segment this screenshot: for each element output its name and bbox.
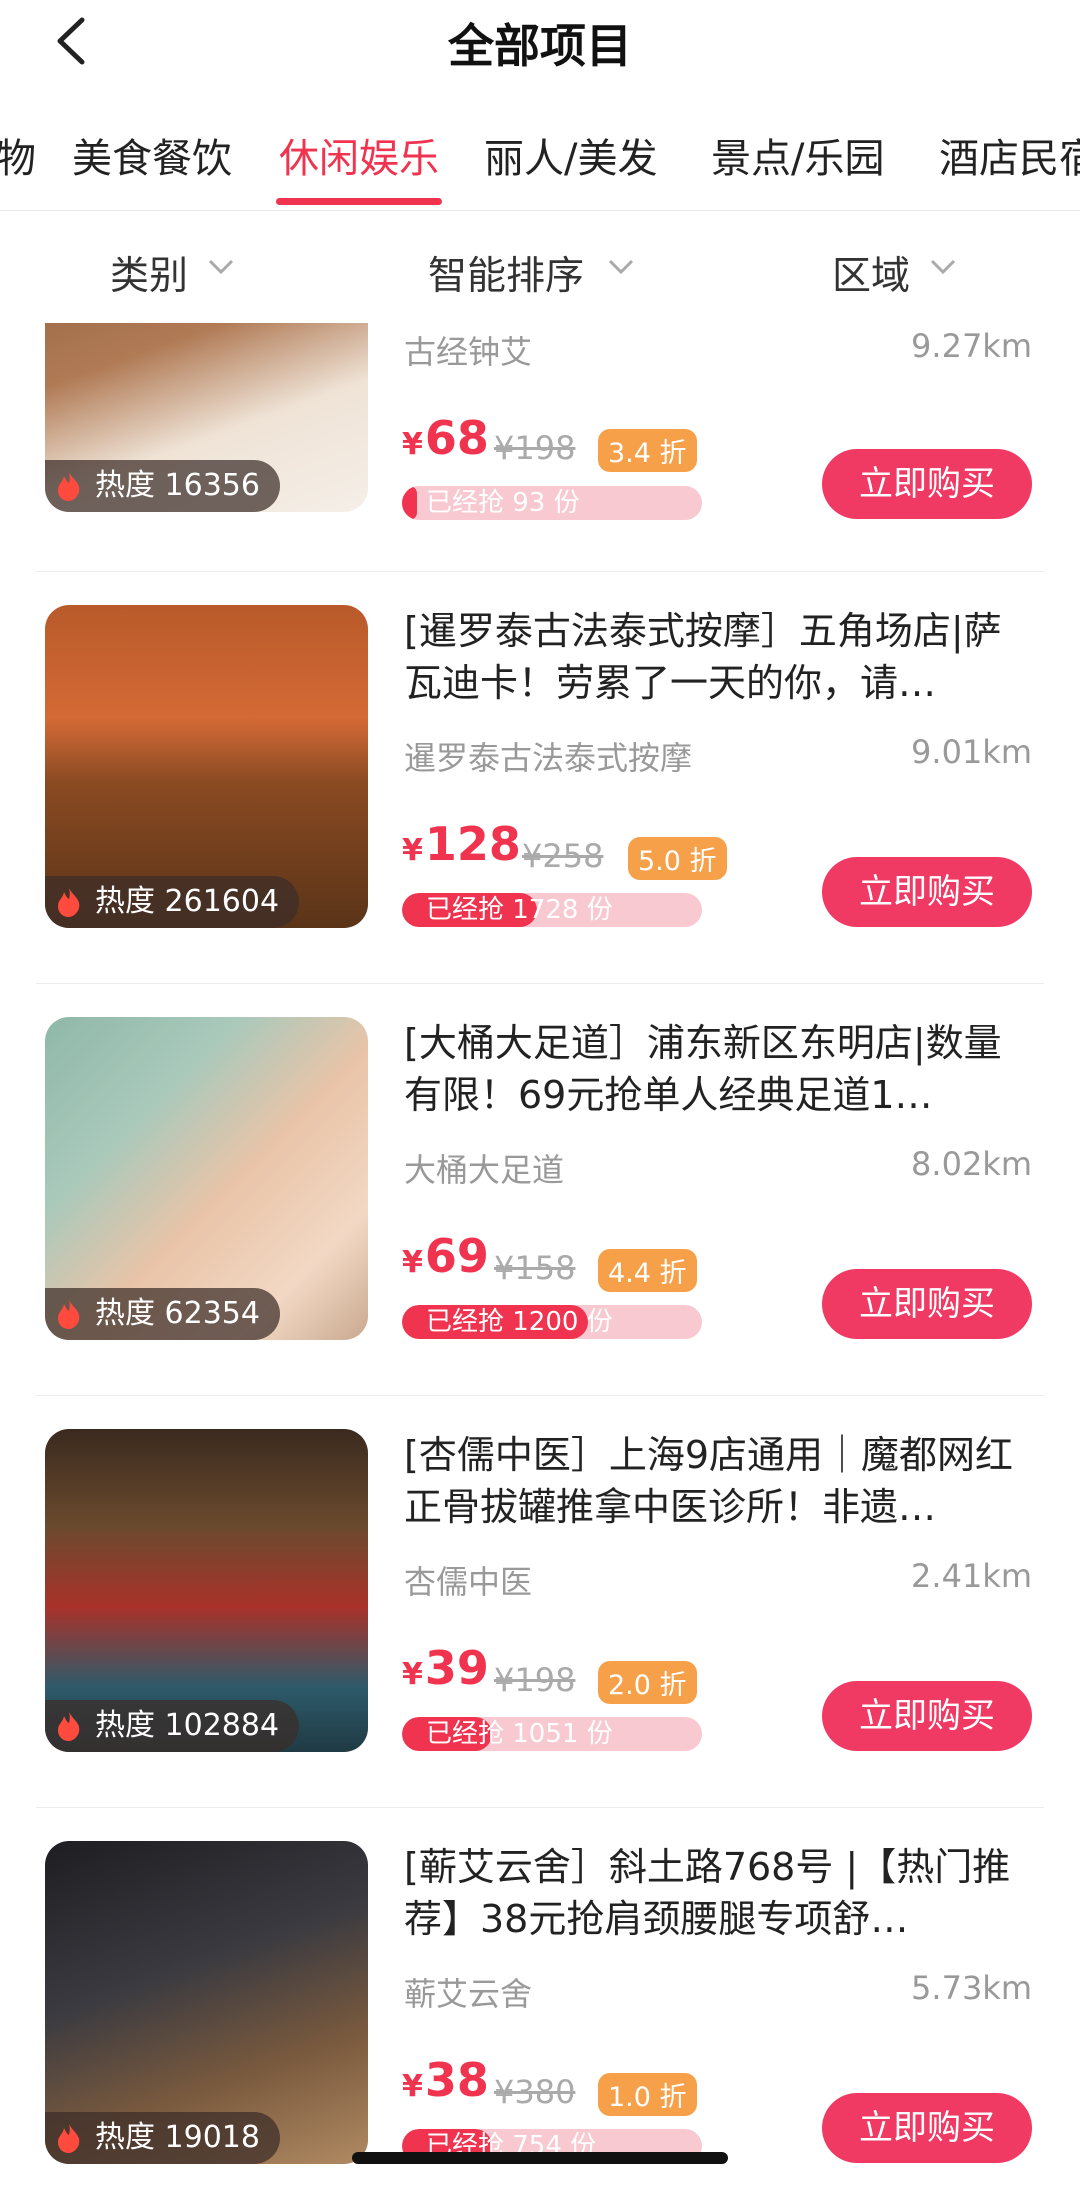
fire-icon	[58, 2124, 80, 2153]
category-tabs: 物 美食餐饮 休闲娱乐 丽人/美发 景点/乐园 酒店民宿	[0, 110, 1080, 210]
discount-badge: 4.4 折	[598, 1249, 697, 1292]
price-value: 69	[424, 1229, 489, 1283]
discount-badge: 2.0 折	[598, 1661, 697, 1704]
tab-food[interactable]: 美食餐饮	[72, 126, 232, 184]
sold-count: 已经抢 1200 份	[426, 1307, 613, 1337]
sold-count: 已经抢 1051 份	[426, 1719, 613, 1749]
distance: 8.02km	[911, 1145, 1032, 1183]
heat-value: 热度 62354	[95, 1296, 260, 1331]
original-price: ¥380	[494, 2073, 576, 2111]
tab-hotels[interactable]: 酒店民宿	[939, 126, 1080, 184]
sold-progress: 已经抢 93 份	[402, 486, 702, 520]
discount-badge: 3.4 折	[598, 429, 697, 472]
buy-now-button[interactable]: 立即购买	[822, 2093, 1032, 2163]
filter-area[interactable]: 区域	[832, 245, 956, 301]
heat-value: 热度 102884	[95, 1708, 280, 1743]
buy-now-button[interactable]: 立即购买	[822, 857, 1032, 927]
product-title: [杏儒中医］上海9店通用｜魔都网红正骨拔罐推拿中医诊所！非遗…	[404, 1433, 1014, 1529]
distance: 9.27km	[911, 327, 1032, 365]
tab-leisure[interactable]: 休闲娱乐	[279, 126, 439, 184]
shop-name: 蕲艾云舍	[404, 1975, 533, 2013]
price-value: 68	[424, 411, 489, 465]
filter-label: 类别	[110, 254, 189, 299]
filter-category[interactable]: 类别	[110, 245, 234, 301]
original-price: ¥198	[494, 1661, 576, 1699]
chevron-down-icon	[608, 259, 634, 275]
top-bar: 全部项目	[0, 0, 1080, 90]
sold-progress: 已经抢 1200 份	[402, 1305, 702, 1339]
shop-name: 大桶大足道	[404, 1151, 565, 1189]
discount-badge: 5.0 折	[628, 837, 727, 880]
heat-badge: 热度 19018	[45, 2112, 280, 2164]
sold-count: 已经抢 1728 份	[426, 895, 613, 925]
active-tab-indicator	[276, 198, 442, 205]
product-title: [暹罗泰古法泰式按摩］五角场店|萨瓦迪卡！劳累了一天的你，请…	[404, 609, 1002, 705]
product-card[interactable]: 热度 102884 [杏儒中医］上海9店通用｜魔都网红正骨拔罐推拿中医诊所！非遗…	[0, 1395, 1080, 1807]
sale-price: ¥68	[402, 411, 489, 465]
sold-progress-fill	[402, 486, 417, 520]
product-title: [蕲艾云舍］斜土路768号 |【热门推荐】38元抢肩颈腰腿专项舒…	[404, 1845, 1011, 1941]
sale-price: ¥38	[402, 2053, 489, 2107]
product-title: [大桶大足道］浦东新区东明店|数量有限！69元抢单人经典足道1…	[404, 1021, 1002, 1117]
product-card[interactable]: 热度 19018 [蕲艾云舍］斜土路768号 |【热门推荐】38元抢肩颈腰腿专项…	[0, 1807, 1080, 2189]
sale-price: ¥69	[402, 1229, 489, 1283]
filter-label: 区域	[832, 254, 911, 299]
filter-label: 智能排序	[428, 254, 585, 299]
tab-attractions[interactable]: 景点/乐园	[711, 126, 884, 184]
product-card[interactable]: 热度 62354 [大桶大足道］浦东新区东明店|数量有限！69元抢单人经典足道1…	[0, 983, 1080, 1395]
filter-bar: 类别 智能排序 区域	[0, 211, 1080, 323]
sold-progress: 已经抢 1051 份	[402, 1717, 702, 1751]
shop-name: 古经钟艾	[404, 333, 533, 371]
heat-badge: 热度 261604	[45, 876, 300, 928]
product-image: 热度 261604	[45, 605, 368, 928]
tab-beauty[interactable]: 丽人/美发	[484, 126, 657, 184]
price-value: 38	[424, 2053, 489, 2107]
sold-progress: 已经抢 1728 份	[402, 893, 702, 927]
discount-badge: 1.0 折	[598, 2073, 697, 2116]
fire-icon	[58, 888, 80, 917]
heat-value: 热度 16356	[95, 468, 260, 503]
product-image: 热度 62354	[45, 1017, 368, 1340]
buy-now-button[interactable]: 立即购买	[822, 1681, 1032, 1751]
shop-name: 杏儒中医	[404, 1563, 533, 1601]
buy-now-button[interactable]: 立即购买	[822, 1269, 1032, 1339]
tab-shopping[interactable]: 物	[0, 126, 36, 184]
chevron-down-icon	[208, 259, 234, 275]
filter-sort[interactable]: 智能排序	[428, 245, 634, 301]
buy-now-button[interactable]: 立即购买	[822, 449, 1032, 519]
heat-badge: 热度 16356	[45, 460, 280, 512]
product-image: 热度 19018	[45, 1841, 368, 2164]
product-list: 热度 16356 古经钟艾 9.27km ¥68 ¥198 3.4 折 已经抢 …	[0, 323, 1080, 2189]
sale-price: ¥128	[402, 817, 521, 871]
heat-badge: 热度 102884	[45, 1700, 300, 1752]
page-title: 全部项目	[448, 19, 632, 73]
distance: 9.01km	[911, 733, 1032, 771]
heat-value: 热度 261604	[95, 884, 280, 919]
product-card[interactable]: 热度 261604 [暹罗泰古法泰式按摩］五角场店|萨瓦迪卡！劳累了一天的你，请…	[0, 571, 1080, 983]
product-image: 热度 102884	[45, 1429, 368, 1752]
chevron-down-icon	[930, 259, 956, 275]
price-value: 128	[424, 817, 521, 871]
fire-icon	[58, 1712, 80, 1741]
distance: 2.41km	[911, 1557, 1032, 1595]
sold-count: 已经抢 93 份	[426, 488, 580, 518]
shop-name: 暹罗泰古法泰式按摩	[404, 739, 693, 777]
product-image: 热度 16356	[45, 323, 368, 512]
original-price: ¥258	[522, 837, 604, 875]
heat-badge: 热度 62354	[45, 1288, 280, 1340]
fire-icon	[58, 1300, 80, 1329]
home-indicator[interactable]	[352, 2152, 728, 2164]
sale-price: ¥39	[402, 1641, 489, 1695]
product-card[interactable]: 热度 16356 古经钟艾 9.27km ¥68 ¥198 3.4 折 已经抢 …	[0, 323, 1080, 571]
original-price: ¥158	[494, 1249, 576, 1287]
distance: 5.73km	[911, 1969, 1032, 2007]
heat-value: 热度 19018	[95, 2120, 260, 2155]
original-price: ¥198	[494, 429, 576, 467]
price-value: 39	[424, 1641, 489, 1695]
fire-icon	[58, 472, 80, 501]
